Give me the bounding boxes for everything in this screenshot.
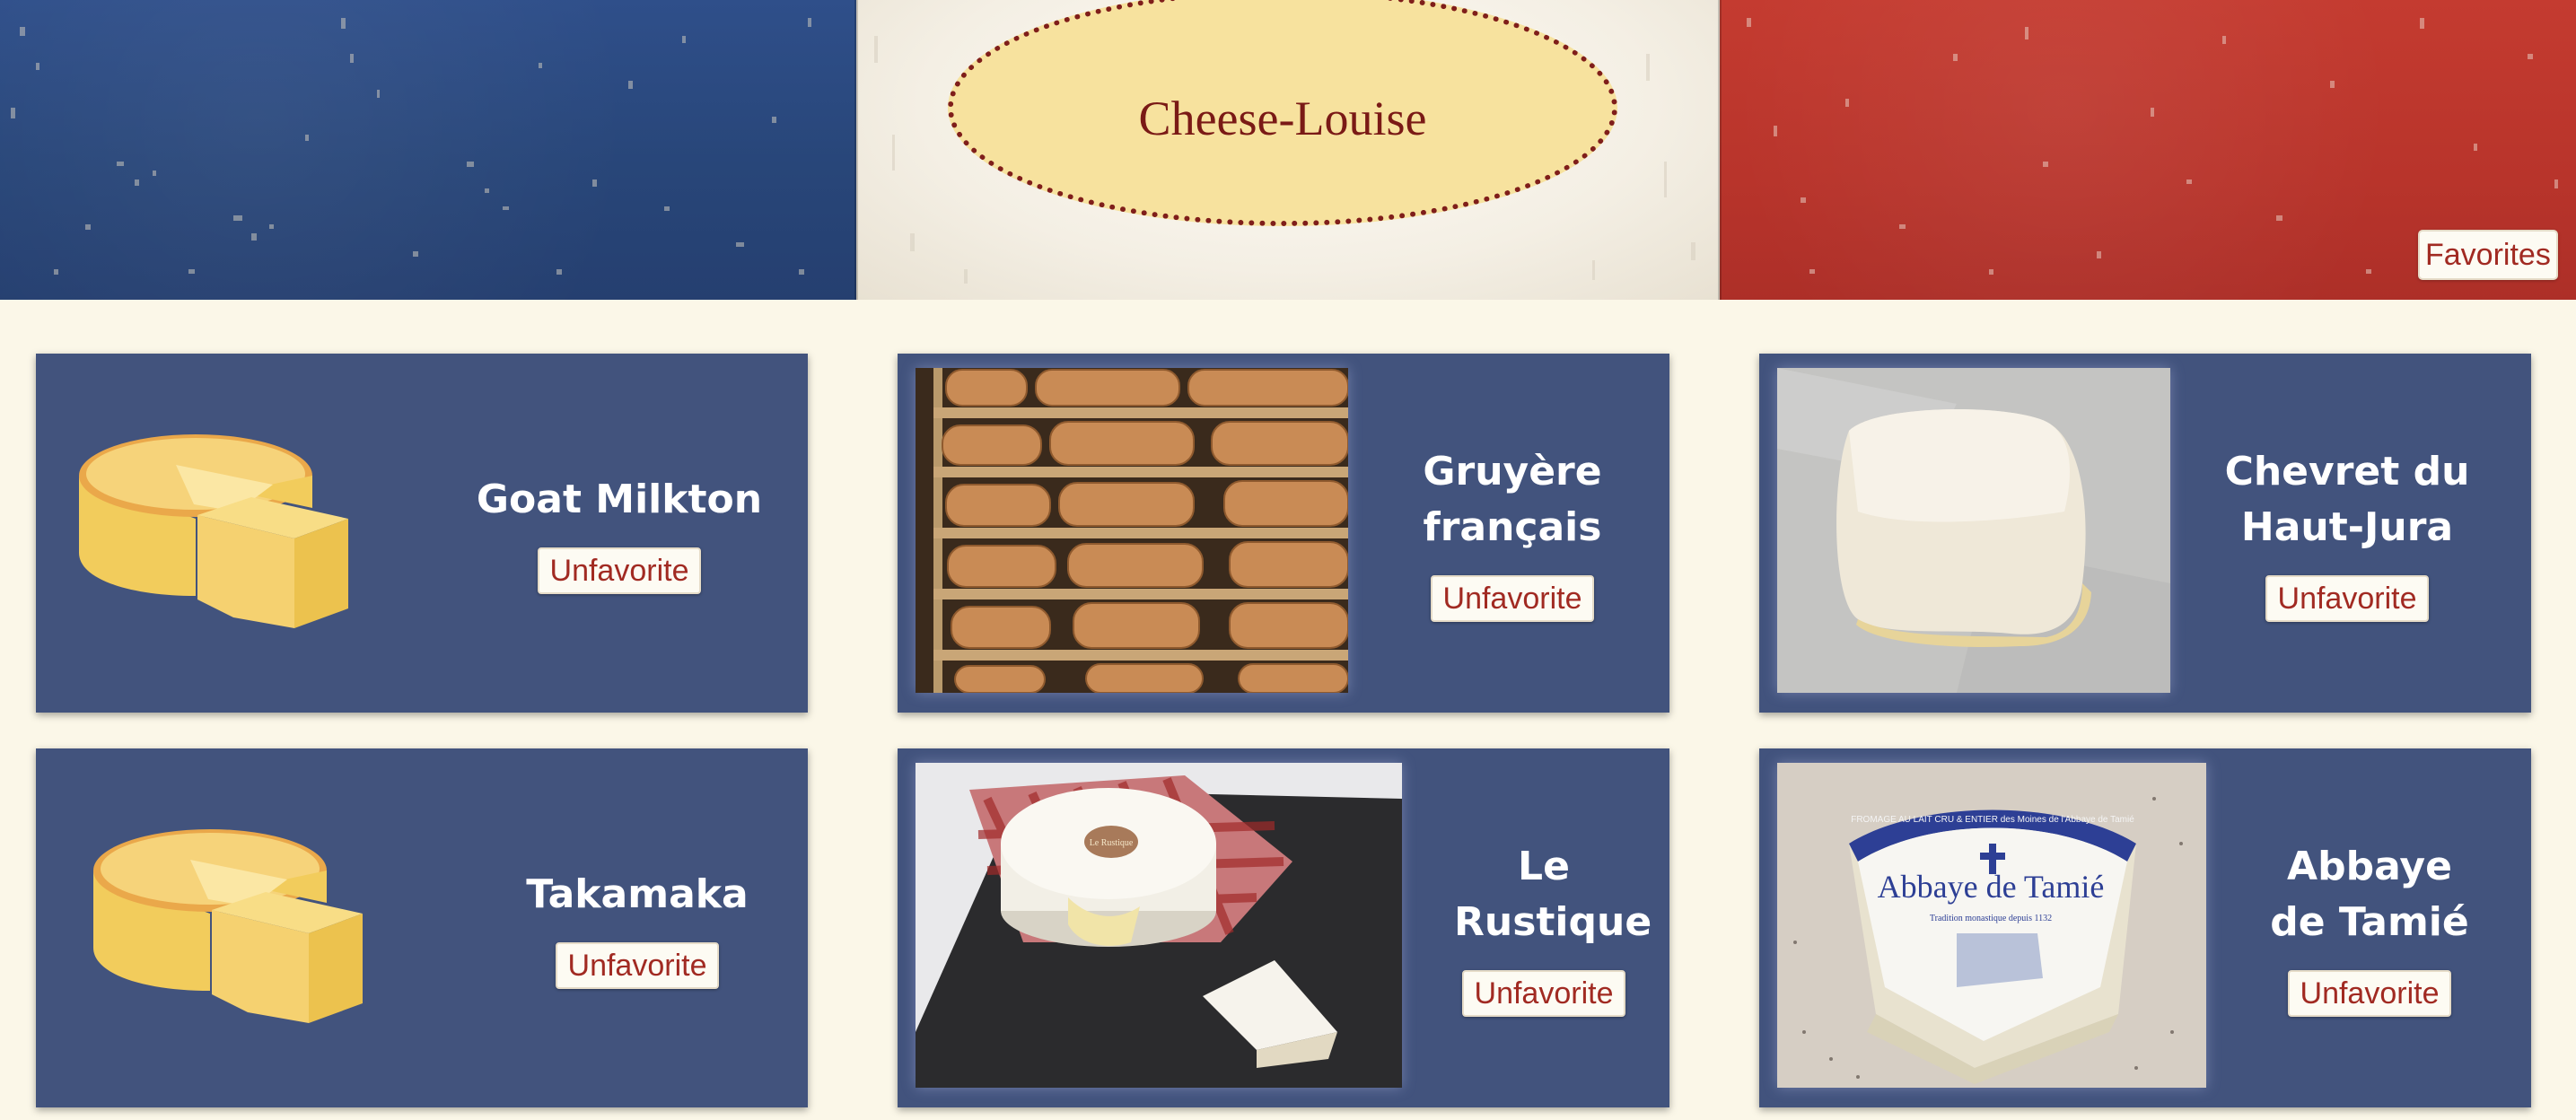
cheese-card: FROMAGE AU LAIT CRU & ENTIER des Moines … (1759, 748, 2531, 1107)
card-info: Le Rustique Unfavorite (1418, 748, 1669, 1107)
cheese-name: Chevret du Haut-Jura (2224, 449, 2470, 550)
stripe-divider (854, 0, 858, 300)
header-banner: Cheese-Louise Favorites (0, 0, 2576, 300)
card-info: Takamaka Unfavorite (458, 748, 817, 1107)
cheese-name: Goat Milkton (476, 477, 763, 522)
site-logo[interactable]: Cheese-Louise (948, 0, 1617, 226)
unfavorite-button[interactable]: Unfavorite (537, 547, 702, 594)
chevret-photo (1777, 368, 2170, 693)
cheese-photo (1777, 368, 2170, 693)
cheese-card: Le Rustique Le Rustique Unfavorite (898, 748, 1669, 1107)
card-info: Chevret du Haut-Jura Unfavorite (2172, 354, 2522, 713)
cheese-photo: FROMAGE AU LAIT CRU & ENTIER des Moines … (1777, 763, 2206, 1088)
cheese-wheel-icon (93, 829, 363, 1023)
stripe-divider (1718, 0, 1722, 300)
cheese-card: Goat Milkton Unfavorite (36, 354, 808, 713)
unfavorite-button[interactable]: Unfavorite (555, 942, 720, 989)
tamie-label-sub: Tradition monastique depuis 1132 (1930, 914, 2052, 923)
gruyere-photo (916, 368, 1348, 693)
cheese-name: Gruyère français (1423, 449, 1602, 550)
logo-text: Cheese-Louise (1138, 92, 1427, 145)
card-info: Goat Milkton Unfavorite (440, 354, 799, 713)
cheese-name: Le Rustique (1454, 844, 1652, 945)
cheese-photo (916, 368, 1348, 693)
cheese-name: Abbaye de Tamié (2270, 844, 2469, 945)
cheese-card: Chevret du Haut-Jura Unfavorite (1759, 354, 2531, 713)
card-info: Abbaye de Tamié Unfavorite (2208, 748, 2531, 1107)
cheese-name: Takamaka (526, 871, 749, 917)
cheese-card: Gruyère français Unfavorite (898, 354, 1669, 713)
cheese-photo: Le Rustique (916, 763, 1402, 1088)
unfavorite-button[interactable]: Unfavorite (2265, 575, 2430, 622)
unfavorite-button[interactable]: Unfavorite (1430, 575, 1595, 622)
flag-stripe-blue (0, 0, 856, 300)
distressed-texture (11, 18, 811, 275)
card-info: Gruyère français Unfavorite (1364, 354, 1660, 713)
tamie-label-top: FROMAGE AU LAIT CRU & ENTIER des Moines … (1851, 815, 2134, 825)
cheese-card: Takamaka Unfavorite (36, 748, 808, 1107)
unfavorite-button[interactable]: Unfavorite (1461, 970, 1626, 1017)
rustique-stamp: Le Rustique (1090, 838, 1134, 848)
unfavorite-button[interactable]: Unfavorite (2287, 970, 2452, 1017)
camembert-photo: Le Rustique (916, 763, 1402, 1088)
favorites-button[interactable]: Favorites (2418, 230, 2558, 280)
tamie-photo: FROMAGE AU LAIT CRU & ENTIER des Moines … (1777, 763, 2206, 1088)
cheese-wheel-icon (79, 434, 348, 628)
